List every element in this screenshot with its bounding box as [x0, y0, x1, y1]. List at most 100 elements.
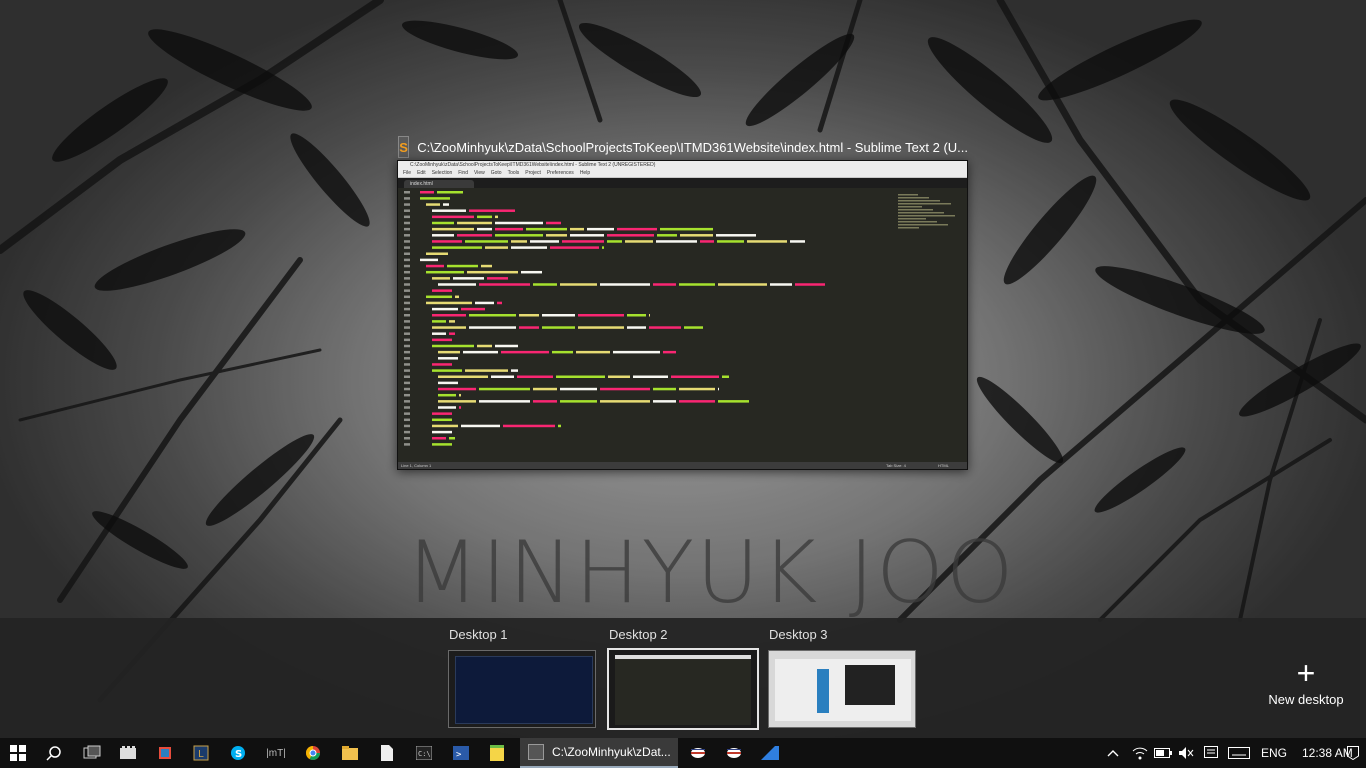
chevron-up-icon[interactable]	[1100, 741, 1126, 765]
code-token	[479, 283, 530, 286]
notification-icon[interactable]	[1340, 741, 1366, 765]
new-desktop-button[interactable]: + New desktop	[1262, 657, 1350, 707]
window-preview-thumbnail[interactable]: C:\ZooMinhyuk\zData\SchoolProjectsToKeep…	[397, 160, 968, 470]
code-token	[449, 332, 455, 335]
notes-app-icon[interactable]	[479, 741, 515, 765]
code-token	[627, 314, 646, 317]
code-token	[438, 375, 488, 378]
mt-app-icon[interactable]: |mT|	[258, 741, 294, 765]
editor-tab: index.html	[404, 180, 474, 188]
code-token	[432, 332, 446, 335]
code-token	[501, 350, 549, 354]
code-token	[432, 412, 452, 415]
status-tab-size: Tab Size: 4	[886, 463, 906, 468]
desktop-1-thumbnail[interactable]	[448, 650, 596, 728]
taskbar: L S |mT| C:\ > C:\ZooMinhyuk\zDat... ENG…	[0, 738, 1366, 768]
code-token	[519, 326, 539, 329]
desktop-1-label: Desktop 1	[449, 627, 508, 642]
code-token	[511, 240, 527, 243]
code-token	[495, 227, 523, 231]
windows-start-icon[interactable]	[0, 741, 36, 765]
language-indicator[interactable]: ENG	[1261, 738, 1287, 768]
line-number	[404, 350, 410, 354]
code-token	[587, 227, 614, 231]
code-token	[479, 400, 530, 403]
film-app-icon[interactable]	[110, 741, 146, 765]
minimap-line	[898, 224, 948, 226]
code-token	[432, 240, 462, 243]
task-view-icon[interactable]	[74, 741, 110, 765]
minimap-line	[898, 209, 933, 211]
line-number	[404, 375, 410, 378]
command-prompt-icon[interactable]: C:\	[406, 741, 442, 765]
svg-text:C:\: C:\	[418, 750, 431, 758]
code-token	[517, 375, 553, 378]
code-token	[438, 400, 476, 403]
chrome-icon[interactable]	[295, 741, 331, 765]
code-token	[570, 234, 604, 237]
keyboard-icon[interactable]	[1224, 741, 1254, 765]
powershell-icon[interactable]: >	[443, 741, 479, 765]
line-number	[404, 400, 410, 403]
volume-muted-icon[interactable]	[1173, 741, 1199, 765]
desktop-2-thumbnail[interactable]	[607, 648, 759, 730]
skype-icon[interactable]: S	[220, 741, 256, 765]
menu-find: Find	[458, 170, 468, 176]
minimap-line	[898, 206, 922, 208]
code-token	[660, 227, 713, 231]
line-number	[404, 406, 410, 409]
code-token	[578, 326, 624, 329]
code-token	[607, 234, 654, 237]
code-token	[432, 209, 466, 212]
code-token	[461, 424, 500, 428]
code-token	[432, 221, 454, 225]
desktop-2-window	[615, 655, 751, 725]
code-token	[570, 227, 584, 231]
line-number	[404, 197, 410, 200]
action-center-icon[interactable]	[1198, 741, 1224, 765]
window-preview-title[interactable]: S C:\ZooMinhyuk\zData\SchoolProjectsToKe…	[398, 135, 968, 159]
svg-text:S: S	[235, 749, 242, 760]
code-token	[465, 240, 508, 243]
desktop-3-thumbnail[interactable]	[768, 650, 916, 728]
line-number	[404, 326, 410, 329]
code-token	[600, 400, 650, 403]
line-number	[404, 418, 410, 422]
code-token	[432, 227, 474, 231]
code-token	[613, 350, 660, 354]
code-token	[485, 246, 508, 249]
flag-app-icon-2[interactable]	[716, 741, 752, 765]
code-token	[600, 387, 650, 391]
code-token	[550, 246, 599, 249]
menu-preferences: Preferences	[546, 170, 574, 176]
line-number	[404, 357, 410, 360]
code-token	[700, 240, 714, 243]
paint-app-icon[interactable]	[147, 741, 183, 765]
editor-menubar: File Edit Selection Find View Goto Tools…	[398, 170, 967, 178]
flag-app-icon[interactable]	[680, 741, 716, 765]
line-number	[404, 289, 410, 292]
menu-selection: Selection	[431, 170, 453, 176]
menu-file: File	[403, 170, 412, 176]
code-token	[663, 350, 676, 354]
search-icon[interactable]	[36, 741, 72, 765]
code-token	[556, 375, 605, 378]
document-icon[interactable]	[369, 741, 405, 765]
line-number	[404, 387, 410, 391]
league-app-icon[interactable]: L	[183, 741, 219, 765]
code-token	[432, 320, 446, 323]
code-token	[495, 234, 543, 237]
minimap-line	[898, 215, 955, 217]
menu-goto: Goto	[490, 170, 502, 176]
taskbar-sublime-button[interactable]: C:\ZooMinhyuk\zDat...	[520, 738, 678, 768]
file-explorer-icon[interactable]	[332, 741, 368, 765]
window-title-text: C:\ZooMinhyuk\zData\SchoolProjectsToKeep…	[417, 139, 968, 155]
desktop-1-window	[455, 656, 593, 724]
code-token	[432, 314, 466, 317]
code-token	[617, 227, 657, 231]
code-token	[608, 375, 630, 378]
editor-tabbar: index.html	[398, 178, 967, 188]
code-token	[438, 357, 458, 360]
blue-app-icon[interactable]	[752, 741, 788, 765]
code-token	[465, 369, 508, 372]
